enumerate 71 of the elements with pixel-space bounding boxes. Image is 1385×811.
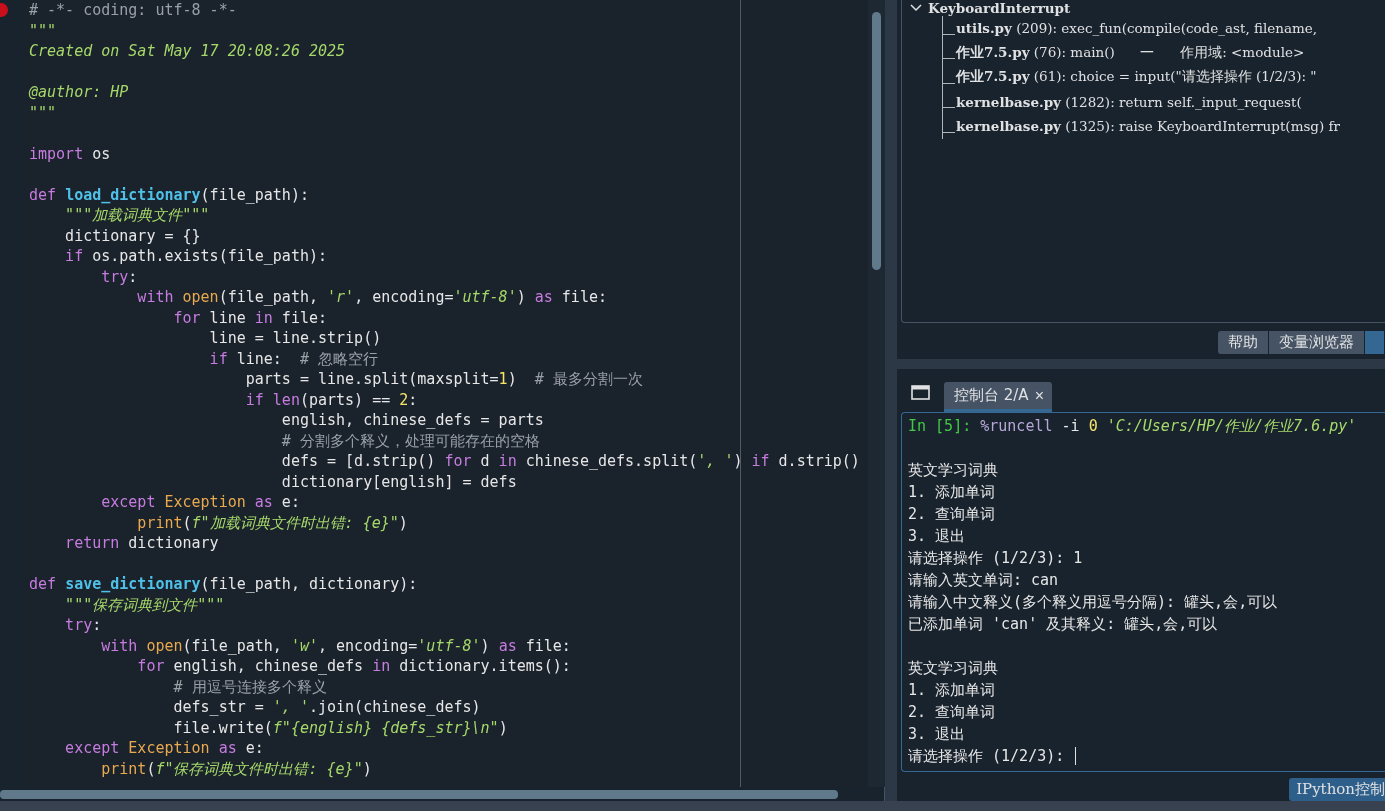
traceback-frame: 作业7.5.py (61): choice = input("请选择操作 (1/2/3): " [956,68,1317,87]
console-line: 1. 添加单词 [908,680,996,701]
console-line: 3. 退出 [908,526,966,547]
console-line: 3. 退出 [908,724,966,745]
traceback-frame: kernelbase.py (1325): raise KeyboardInterrupt(msg) fr [956,118,1340,135]
pane-tab[interactable] [1365,331,1385,354]
code-line: with open(file_path, 'r', encoding='utf-8') as file: [136,287,607,308]
horizontal-scrollbar[interactable] [0,790,838,799]
code-line: defs_str = ', '.join(chinese_defs) [172,697,481,718]
exception-title: KeyboardInterrupt [928,0,1071,16]
console-output[interactable] [901,412,1385,772]
code-line: """保存词典到文件""" [64,594,225,615]
code-line: # 用逗号连接多个释义 [172,676,327,697]
code-line: try: [64,615,102,636]
console-line: In [5]: %runcell -i 0 'C:/Users/HP/作业/作业7.6.py' [908,416,1357,437]
code-line: """ [29,20,57,41]
tree-connector [942,89,956,115]
console-line: 请选择操作 (1/2/3): 1 [908,548,1083,569]
code-line: line = line.strip() [208,328,382,349]
code-line: defs = [d.strip() for d in chinese_defs.split(', ') if d.strip() [280,451,860,472]
console-line: 2. 查询单词 [908,702,996,723]
code-line: try: [100,266,138,287]
tree-connector [942,113,956,139]
code-line: # -*- coding: utf-8 -*- [29,0,237,21]
code-line: @author: HP [29,82,129,103]
code-line: for english, chinese_defs in dictionary.items(): [136,656,571,677]
code-line: """加载词典文件""" [64,205,210,226]
close-button[interactable]: × [1034,386,1044,405]
code-line: print(f"保存词典文件时出错: {e}") [100,758,372,779]
code-line: if os.path.exists(file_path): [64,246,328,267]
console-line: 英文学习词典 [908,460,998,481]
code-line: dictionary[english] = defs [280,471,517,492]
vertical-scrollbar[interactable] [872,12,881,270]
code-line: return dictionary [64,533,219,554]
tree-connector [942,40,956,66]
tab-label[interactable]: 控制台 2/A [954,386,1029,405]
console-tab[interactable]: 控制台 2/A × [944,382,1052,412]
code-line: def load_dictionary(file_path): [29,184,309,205]
code-line: Created on Sat May 17 20:08:26 2025 [29,41,346,62]
console-line: 2. 查询单词 [908,504,996,525]
code-line: for line in file: [172,307,328,328]
code-line: english, chinese_defs = parts [280,410,544,431]
code-line: if len(parts) == 2: [244,389,418,410]
console-line: 请输入中文释义(多个释义用逗号分隔): 罐头,会,可以 [908,592,1278,613]
code-line: import os [29,143,111,164]
console-line: 英文学习词典 [908,658,998,679]
code-line: if line: # 忽略空行 [208,348,378,369]
code-line: def save_dictionary(file_path, dictionary): [29,574,418,595]
console-line: 请选择操作 (1/2/3): [908,746,1066,767]
pane-tab[interactable]: 帮助 [1218,331,1269,354]
tree-connector [942,64,956,90]
window-icon[interactable] [911,385,930,400]
code-line: # 分割多个释义，处理可能存在的空格 [280,430,540,451]
console-line: 已添加单词 'can' 及其释义: 罐头,会,可以 [908,614,1218,635]
code-line: file.write(f"{english} {defs_str}\n") [172,717,508,738]
console-line: 请输入英文单词: can [908,570,1059,591]
code-line: with open(file_path, 'w', encoding='utf-8') as file: [100,635,571,656]
tree-connector [942,15,956,41]
traceback-frame: utils.py (209): exec_fun(compile(code_ast, filename, [956,20,1318,37]
console-line: 1. 添加单词 [908,482,996,503]
code-line: except Exception as e: [64,738,264,759]
console-tab[interactable]: IPython控制 [1289,778,1385,801]
chevron-down-icon[interactable] [910,4,922,12]
code-line: parts = line.split(maxsplit=1) # 最多分割一次 [244,369,643,390]
code-line: """ [29,102,57,123]
code-line: print(f"加载词典文件时出错: {e}") [136,512,408,533]
pane-tab[interactable]: 变量浏览器 [1269,331,1365,354]
traceback-frame: 作业7.5.py (76): main() 一 作用域: <module> [956,43,1305,62]
code-line: dictionary = {} [64,225,201,246]
traceback-frame: kernelbase.py (1282): return self._input_request( [956,93,1302,110]
code-line: except Exception as e: [100,492,300,513]
